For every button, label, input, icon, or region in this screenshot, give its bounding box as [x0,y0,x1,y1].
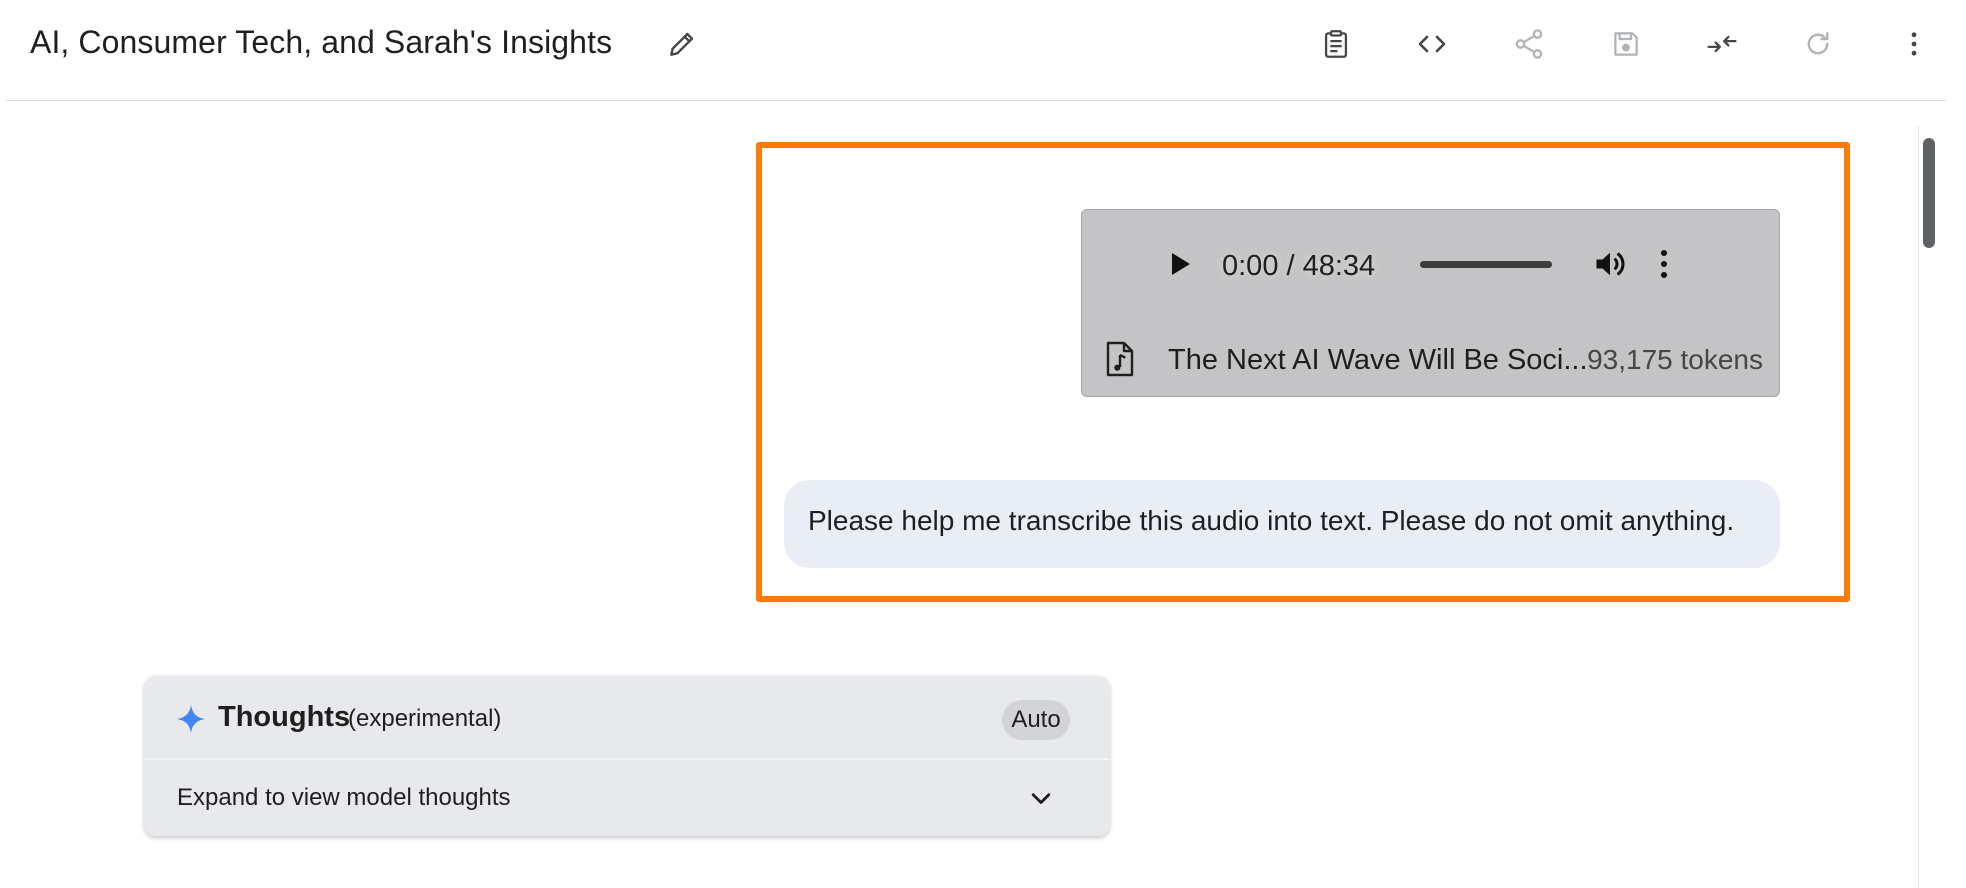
auto-badge: Auto [1002,700,1070,740]
audio-file-icon [1106,341,1134,377]
save-icon [1614,32,1638,56]
more-options-button[interactable] [1890,20,1938,68]
more-vert-icon [1661,250,1667,278]
clipboard-icon [1324,30,1348,58]
play-button[interactable] [1162,246,1198,282]
edit-title-button[interactable] [664,26,700,62]
more-vert-icon [1911,32,1917,56]
code-icon [1418,35,1446,53]
get-code-button[interactable] [1408,20,1456,68]
audio-attachment: 0:00 / 48:34 The Next AI Wave Will Be So… [1081,209,1780,397]
rerun-button[interactable] [1794,20,1842,68]
progress-slider[interactable] [1420,261,1552,268]
time-display: 0:00 / 48:34 [1222,250,1376,282]
compare-icon [1707,35,1737,53]
header-divider [6,100,1946,101]
volume-button[interactable] [1590,244,1630,284]
user-prompt-text: Please help me transcribe this audio int… [808,505,1735,536]
sparkle-icon [176,704,206,734]
thoughts-subtitle: (experimental) [348,705,502,732]
volume-icon [1596,252,1625,276]
scrollbar-thumb[interactable] [1923,138,1935,248]
play-icon [1172,253,1190,275]
save-button[interactable] [1602,20,1650,68]
token-count: 93,175 tokens [1587,344,1763,375]
compare-button[interactable] [1698,20,1746,68]
audio-player: 0:00 / 48:34 [1082,210,1779,320]
thoughts-title: Thoughts [218,701,351,733]
copy-prompt-button[interactable] [1312,20,1360,68]
page-title: AI, Consumer Tech, and Sarah's Insights [30,24,613,60]
chevron-down-icon [1031,793,1051,804]
share-button[interactable] [1505,20,1553,68]
expand-thoughts-label: Expand to view model thoughts [177,784,511,811]
player-more-button[interactable] [1648,244,1680,284]
thoughts-panel: Thoughts (experimental) Auto Expand to v… [144,676,1110,836]
file-name: The Next AI Wave Will Be Soci... [1168,344,1588,376]
user-prompt-bubble: Please help me transcribe this audio int… [784,480,1780,568]
thoughts-header: Thoughts (experimental) Auto [144,676,1110,760]
share-icon [1515,29,1543,59]
file-info-row: The Next AI Wave Will Be Soci... 93,175 … [1082,328,1779,388]
expand-thoughts-toggle[interactable]: Expand to view model thoughts [144,760,1110,836]
refresh-icon [1807,32,1829,55]
edit-icon [670,32,694,56]
top-bar: AI, Consumer Tech, and Sarah's Insights [0,0,1966,101]
